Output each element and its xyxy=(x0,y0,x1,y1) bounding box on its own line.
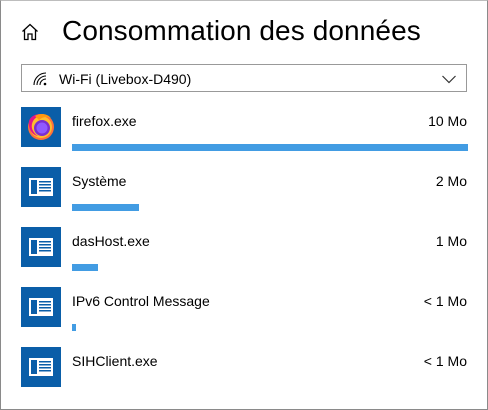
network-label: Wi-Fi (Livebox-D490) xyxy=(59,71,192,87)
home-icon xyxy=(22,23,38,41)
app-row-sihclient[interactable]: SIHClient.exe < 1 Mo xyxy=(1,347,487,407)
app-window-icon xyxy=(21,347,61,387)
page-header: Consommation des données xyxy=(1,1,487,61)
wifi-icon xyxy=(33,72,47,86)
app-row-ipv6-control-message[interactable]: IPv6 Control Message < 1 Mo xyxy=(1,287,487,347)
home-button[interactable] xyxy=(17,19,43,45)
network-dropdown[interactable]: Wi-Fi (Livebox-D490) xyxy=(21,64,467,92)
app-name: SIHClient.exe xyxy=(72,353,158,369)
app-window-icon xyxy=(21,287,61,327)
app-name: firefox.exe xyxy=(72,113,137,129)
app-row-dashost[interactable]: dasHost.exe 1 Mo xyxy=(1,227,487,287)
firefox-icon xyxy=(21,107,61,147)
usage-bar-fill xyxy=(72,144,468,151)
usage-bar-fill xyxy=(72,324,76,331)
usage-bar xyxy=(72,204,468,211)
usage-bar-fill xyxy=(72,204,139,211)
app-row-systeme[interactable]: Système 2 Mo xyxy=(1,167,487,227)
app-usage: 1 Mo xyxy=(435,233,467,249)
app-window-icon xyxy=(21,167,61,207)
app-usage: 2 Mo xyxy=(435,173,467,189)
app-usage: < 1 Mo xyxy=(423,353,467,369)
usage-bar xyxy=(72,324,468,331)
usage-bar xyxy=(72,144,468,151)
data-usage-window: Consommation des données Wi-Fi (Livebox-… xyxy=(0,0,488,410)
usage-bar-fill xyxy=(72,264,98,271)
app-name: dasHost.exe xyxy=(72,233,150,249)
page-title: Consommation des données xyxy=(62,15,421,46)
app-row-firefox[interactable]: firefox.exe 10 Mo xyxy=(1,107,487,167)
app-name: Système xyxy=(72,173,127,189)
app-usage: 10 Mo xyxy=(428,113,467,129)
app-name: IPv6 Control Message xyxy=(72,293,210,309)
app-usage: < 1 Mo xyxy=(423,293,467,309)
app-window-icon xyxy=(21,227,61,267)
usage-bar xyxy=(72,264,468,271)
chevron-down-icon xyxy=(442,75,456,84)
usage-bar xyxy=(72,384,468,391)
